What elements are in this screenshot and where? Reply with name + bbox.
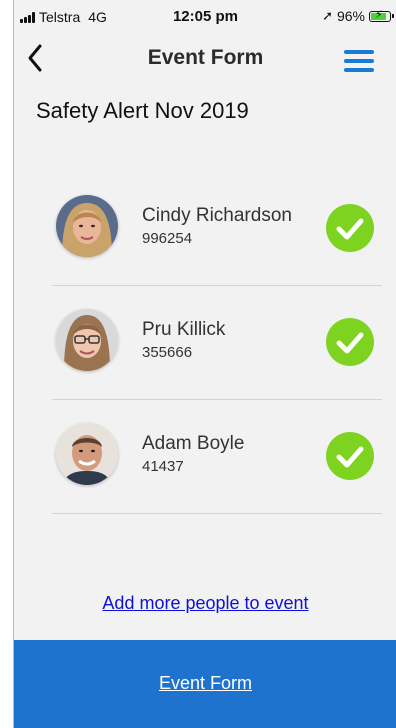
battery-charging-icon: ⚡ <box>369 8 394 22</box>
battery-percent: 96% <box>336 8 365 24</box>
check-circle-icon[interactable] <box>326 432 374 480</box>
status-right: ➚ 96% ⚡ <box>322 8 394 24</box>
person-name: Cindy Richardson <box>142 205 292 226</box>
nav-bar: Event Form <box>14 36 396 80</box>
bottom-bar: Event Form <box>14 640 396 728</box>
person-row[interactable]: Cindy Richardson 996254 <box>52 172 382 286</box>
hamburger-menu-icon <box>344 50 374 54</box>
person-row[interactable]: Pru Killick 355666 <box>52 286 382 400</box>
location-arrow-icon: ➚ <box>322 8 333 23</box>
add-people-link[interactable]: Add more people to event <box>14 593 396 614</box>
person-name: Adam Boyle <box>142 433 245 454</box>
check-circle-icon[interactable] <box>326 204 374 252</box>
person-name: Pru Killick <box>142 319 226 340</box>
avatar <box>56 309 118 371</box>
event-form-link[interactable]: Event Form <box>14 673 396 694</box>
status-bar: Telstra 4G 12:05 pm ➚ 96% ⚡ <box>14 0 396 30</box>
avatar <box>56 195 118 257</box>
people-list: Cindy Richardson 996254 Pru Killick 3556… <box>52 172 382 514</box>
person-id: 996254 <box>142 230 193 247</box>
page-title: Event Form <box>147 46 264 69</box>
person-row[interactable]: Adam Boyle 41437 <box>52 400 382 514</box>
menu-button[interactable] <box>344 50 374 72</box>
charging-bolt-icon: ⚡ <box>375 8 383 21</box>
person-id: 41437 <box>142 458 184 475</box>
event-title: Safety Alert Nov 2019 <box>36 98 249 123</box>
app-screen: Telstra 4G 12:05 pm ➚ 96% ⚡ Event Form S… <box>13 0 396 728</box>
check-circle-icon[interactable] <box>326 318 374 366</box>
person-id: 355666 <box>142 344 193 361</box>
avatar <box>56 423 118 485</box>
